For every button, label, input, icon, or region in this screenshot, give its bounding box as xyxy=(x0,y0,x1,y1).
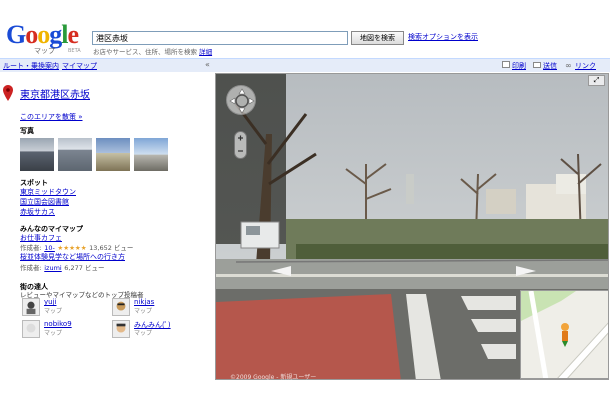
print-link[interactable]: 印刷 xyxy=(512,61,526,71)
author-link[interactable]: izumi xyxy=(44,264,61,272)
user-entry[interactable]: nikjas マップ xyxy=(112,298,202,316)
mymap-title-link[interactable]: 桜並体験見学など場所への行き方 xyxy=(20,252,125,262)
logo-word: Google xyxy=(6,20,79,49)
avatar xyxy=(112,320,130,338)
route-link[interactable]: ルート・乗換案内 xyxy=(3,61,59,71)
mymap-link[interactable]: マイマップ xyxy=(62,61,97,71)
photo-thumbnail[interactable] xyxy=(96,138,130,171)
photo-thumbnail[interactable] xyxy=(134,138,168,171)
user-entry[interactable]: nobiko9 マップ xyxy=(22,320,112,338)
avatar xyxy=(22,298,40,316)
search-button[interactable]: 地図を検索 xyxy=(351,31,404,45)
avatar xyxy=(112,298,130,316)
user-entry[interactable]: yuji マップ xyxy=(22,298,112,316)
photo-thumbnail[interactable] xyxy=(20,138,54,171)
location-pin-icon xyxy=(3,85,13,101)
expand-icon[interactable]: ⤢ xyxy=(588,75,605,86)
mini-map[interactable] xyxy=(520,290,609,379)
search-hint-details-link[interactable]: 詳細 xyxy=(199,48,212,56)
collapse-sidebar-icon[interactable]: « xyxy=(205,60,210,69)
user-name[interactable]: yuji xyxy=(44,298,56,306)
advanced-search-link[interactable]: 検索オプションを表示 xyxy=(408,32,478,42)
link-icon: ∞ xyxy=(565,61,572,70)
copyright-text: ©2009 Google - 新規ユーザー xyxy=(230,374,317,381)
user-entry[interactable]: みんみん(ﾟ) マップ xyxy=(112,320,202,338)
author-link[interactable]: 10- xyxy=(44,244,55,252)
mini-map-image xyxy=(521,291,608,378)
zoom-icon xyxy=(234,131,247,159)
user-role: マップ xyxy=(134,330,153,337)
link-link[interactable]: リンク xyxy=(575,61,596,71)
photo-thumbnail[interactable] xyxy=(58,138,92,171)
pan-control[interactable] xyxy=(226,85,256,115)
search-input[interactable] xyxy=(92,31,348,45)
photos-heading: 写真 xyxy=(20,127,34,135)
view-count: 6,277 ビュー xyxy=(64,264,105,272)
spot-link[interactable]: 赤坂サカス xyxy=(20,207,55,217)
google-logo[interactable]: Google マップ BETA xyxy=(6,20,88,56)
logo-beta: BETA xyxy=(68,48,81,54)
zoom-control[interactable] xyxy=(234,131,247,159)
compass-icon xyxy=(229,88,255,114)
avatar xyxy=(22,320,40,338)
explore-area-link[interactable]: このエリアを散策 » xyxy=(20,112,83,122)
author-label: 作成者: xyxy=(20,264,42,272)
mail-icon xyxy=(533,62,541,68)
place-title[interactable]: 東京都港区赤坂 xyxy=(20,86,90,101)
spot-link[interactable]: 国立国会図書館 xyxy=(20,197,69,207)
spot-link[interactable]: 東京ミッドタウン xyxy=(20,187,76,197)
search-hint-text: お店やサービス、住所、場所を検索 xyxy=(93,48,197,56)
search-hint: お店やサービス、住所、場所を検索 詳細 xyxy=(93,46,212,56)
view-count: 13,652 ビュー xyxy=(89,244,134,252)
author-label: 作成者: xyxy=(20,244,42,252)
user-role: マップ xyxy=(134,308,153,315)
mymap-meta: 作成者: 10- ★★★★★ 13,652 ビュー xyxy=(20,242,133,252)
logo-sub: マップ xyxy=(34,47,55,55)
user-name[interactable]: nobiko9 xyxy=(44,320,72,328)
user-role: マップ xyxy=(44,330,63,337)
user-name[interactable]: nikjas xyxy=(134,298,154,306)
mymap-meta: 作成者: izumi 6,277 ビュー xyxy=(20,262,104,272)
send-link[interactable]: 送信 xyxy=(543,61,557,71)
user-role: マップ xyxy=(44,308,63,315)
rating-stars: ★★★★★ xyxy=(57,244,87,252)
print-icon xyxy=(502,61,510,68)
